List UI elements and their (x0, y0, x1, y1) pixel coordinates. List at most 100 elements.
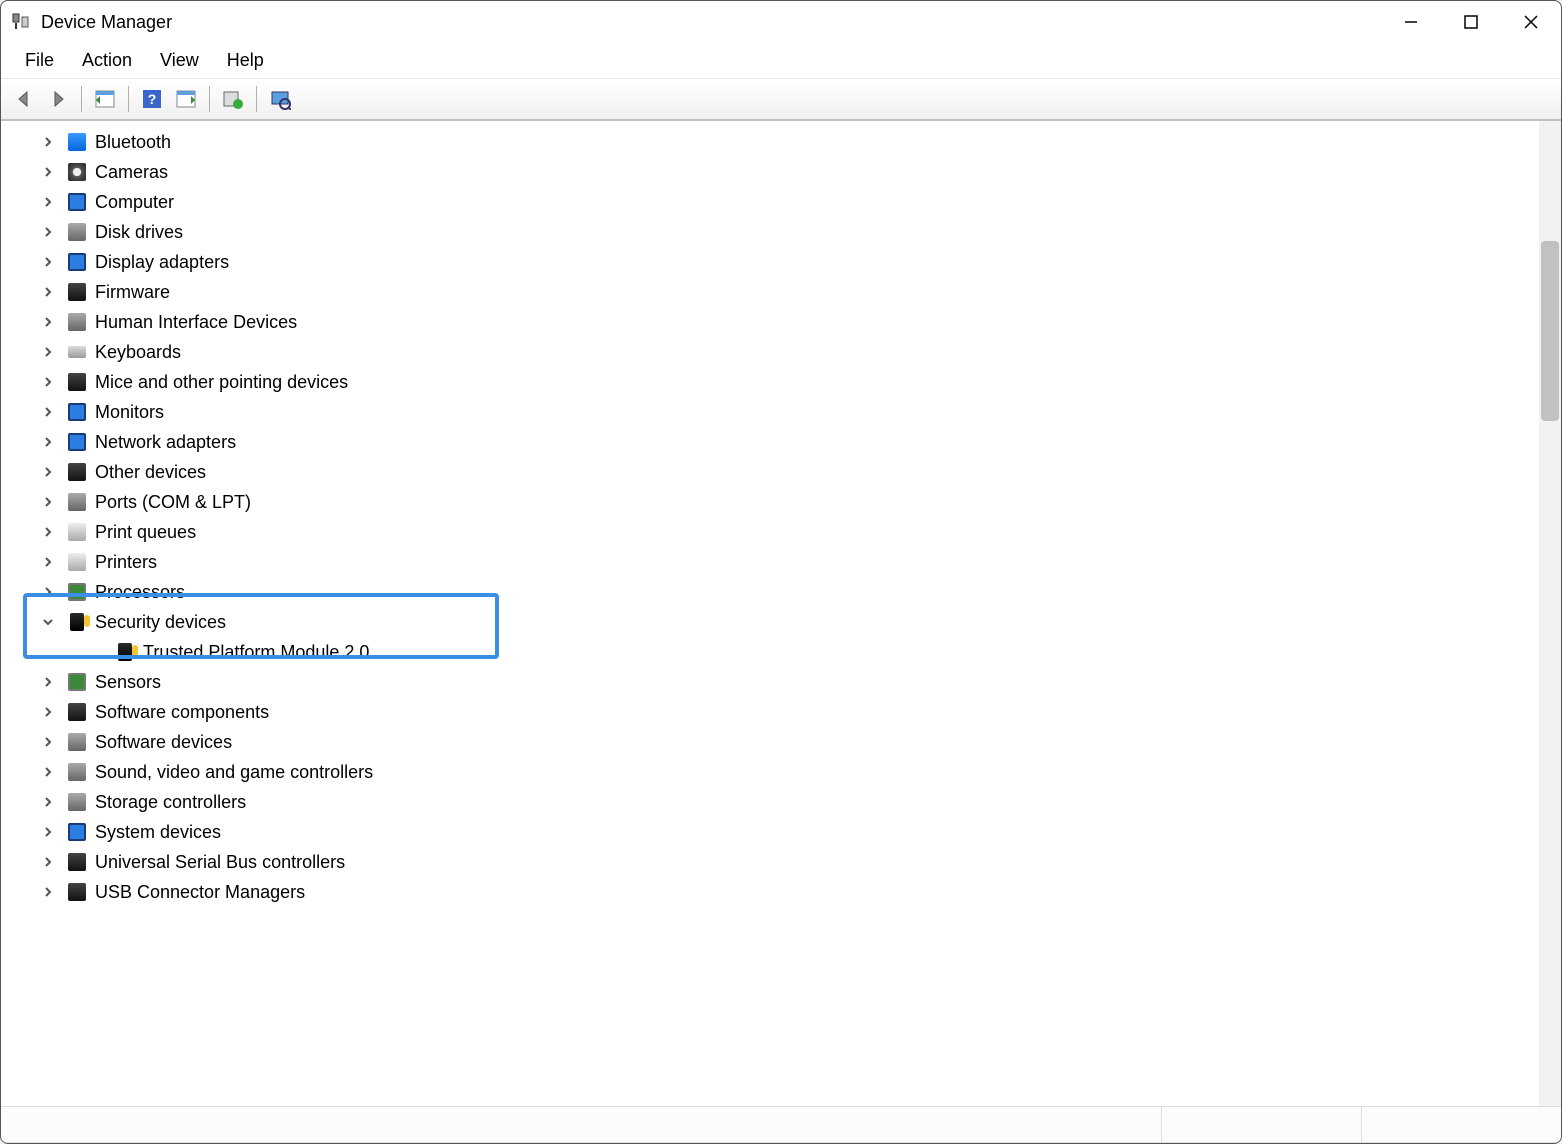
chevron-right-icon[interactable] (37, 731, 59, 753)
help-button[interactable]: ? (137, 84, 167, 114)
tree-item[interactable]: Printers (15, 547, 1561, 577)
category-icon (65, 250, 89, 274)
scan-hardware-button[interactable] (265, 84, 295, 114)
chevron-right-icon[interactable] (37, 791, 59, 813)
minimize-button[interactable] (1381, 1, 1441, 43)
tree-item-label: Display adapters (95, 252, 229, 273)
update-driver-button[interactable] (218, 84, 248, 114)
tree-item[interactable]: Human Interface Devices (15, 307, 1561, 337)
device-tree[interactable]: Bluetooth Cameras ComputerDisk drives Displ… (1, 121, 1561, 1106)
statusbar (1, 1106, 1561, 1142)
vertical-scrollbar[interactable] (1539, 121, 1561, 1106)
chevron-right-icon[interactable] (37, 581, 59, 603)
device-manager-window: Device Manager File Action View Help ? B… (0, 0, 1562, 1144)
menu-file[interactable]: File (11, 46, 68, 75)
chevron-right-icon[interactable] (37, 491, 59, 513)
category-icon (65, 520, 89, 544)
chevron-right-icon[interactable] (37, 191, 59, 213)
tree-item[interactable]: Keyboards (15, 337, 1561, 367)
scrollbar-thumb[interactable] (1541, 241, 1559, 421)
category-icon (65, 700, 89, 724)
nav-forward-button[interactable] (43, 84, 73, 114)
close-button[interactable] (1501, 1, 1561, 43)
tree-item[interactable]: Other devices (15, 457, 1561, 487)
chevron-right-icon[interactable] (37, 461, 59, 483)
tree-item[interactable]: Print queues (15, 517, 1561, 547)
chevron-right-icon[interactable] (37, 521, 59, 543)
category-icon (65, 490, 89, 514)
tree-item[interactable]: Network adapters (15, 427, 1561, 457)
chevron-right-icon[interactable] (37, 221, 59, 243)
category-icon (65, 460, 89, 484)
tree-item-label: Human Interface Devices (95, 312, 297, 333)
category-icon (65, 160, 89, 184)
tree-item[interactable]: Sound, video and game controllers (15, 757, 1561, 787)
menu-view[interactable]: View (146, 46, 213, 75)
category-icon (65, 550, 89, 574)
chevron-right-icon[interactable] (37, 551, 59, 573)
category-icon (65, 670, 89, 694)
tree-item[interactable]: System devices (15, 817, 1561, 847)
tree-item[interactable]: Disk drives (15, 217, 1561, 247)
tree-item-label: Security devices (95, 612, 226, 633)
chevron-right-icon[interactable] (37, 311, 59, 333)
tree-item[interactable]: Ports (COM & LPT) (15, 487, 1561, 517)
app-icon (11, 12, 31, 32)
chevron-right-icon[interactable] (37, 131, 59, 153)
tree-item[interactable]: Monitors (15, 397, 1561, 427)
chevron-right-icon[interactable] (37, 701, 59, 723)
category-icon (65, 220, 89, 244)
toolbar-separator (81, 86, 82, 112)
tree-item[interactable]: Security devices (15, 607, 1561, 637)
toolbar: ? (1, 79, 1561, 121)
maximize-button[interactable] (1441, 1, 1501, 43)
tree-item[interactable]: Computer (15, 187, 1561, 217)
chevron-down-icon[interactable] (37, 611, 59, 633)
tree-item-label: Other devices (95, 462, 206, 483)
category-icon (65, 340, 89, 364)
tree-item-label: Bluetooth (95, 132, 171, 153)
tree-item[interactable]: Universal Serial Bus controllers (15, 847, 1561, 877)
tree-item-label: Monitors (95, 402, 164, 423)
nav-back-button[interactable] (9, 84, 39, 114)
tree-item[interactable]: USB Connector Managers (15, 877, 1561, 907)
category-icon (65, 370, 89, 394)
chevron-right-icon[interactable] (37, 251, 59, 273)
tree-item[interactable]: Software devices (15, 727, 1561, 757)
chevron-right-icon[interactable] (37, 851, 59, 873)
chevron-right-icon[interactable] (37, 341, 59, 363)
tree-item[interactable]: Storage controllers (15, 787, 1561, 817)
tree-item[interactable]: Firmware (15, 277, 1561, 307)
tree-item-label: System devices (95, 822, 221, 843)
menu-help[interactable]: Help (213, 46, 278, 75)
chevron-right-icon[interactable] (37, 371, 59, 393)
tree-child-item[interactable]: Trusted Platform Module 2.0 (15, 637, 1561, 667)
chevron-right-icon[interactable] (37, 281, 59, 303)
chevron-right-icon[interactable] (37, 401, 59, 423)
tree-item[interactable]: Sensors (15, 667, 1561, 697)
category-icon (65, 880, 89, 904)
chevron-right-icon[interactable] (37, 671, 59, 693)
tree-item-label: Cameras (95, 162, 168, 183)
tree-child-label: Trusted Platform Module 2.0 (143, 642, 369, 663)
action-button[interactable] (171, 84, 201, 114)
tree-item[interactable]: Software components (15, 697, 1561, 727)
tree-item[interactable]: Cameras (15, 157, 1561, 187)
tree-item[interactable]: Display adapters (15, 247, 1561, 277)
category-icon (65, 310, 89, 334)
chevron-right-icon[interactable] (37, 821, 59, 843)
show-hide-tree-button[interactable] (90, 84, 120, 114)
chevron-right-icon[interactable] (37, 161, 59, 183)
tree-item-label: Firmware (95, 282, 170, 303)
tree-item[interactable]: Mice and other pointing devices (15, 367, 1561, 397)
tree-item-label: Software components (95, 702, 269, 723)
tree-item-label: Keyboards (95, 342, 181, 363)
chevron-right-icon[interactable] (37, 431, 59, 453)
titlebar: Device Manager (1, 1, 1561, 43)
chevron-right-icon[interactable] (37, 881, 59, 903)
menu-action[interactable]: Action (68, 46, 146, 75)
tree-item[interactable]: Bluetooth (15, 127, 1561, 157)
tree-item[interactable]: Processors (15, 577, 1561, 607)
chevron-right-icon[interactable] (37, 761, 59, 783)
tree-item-label: Network adapters (95, 432, 236, 453)
